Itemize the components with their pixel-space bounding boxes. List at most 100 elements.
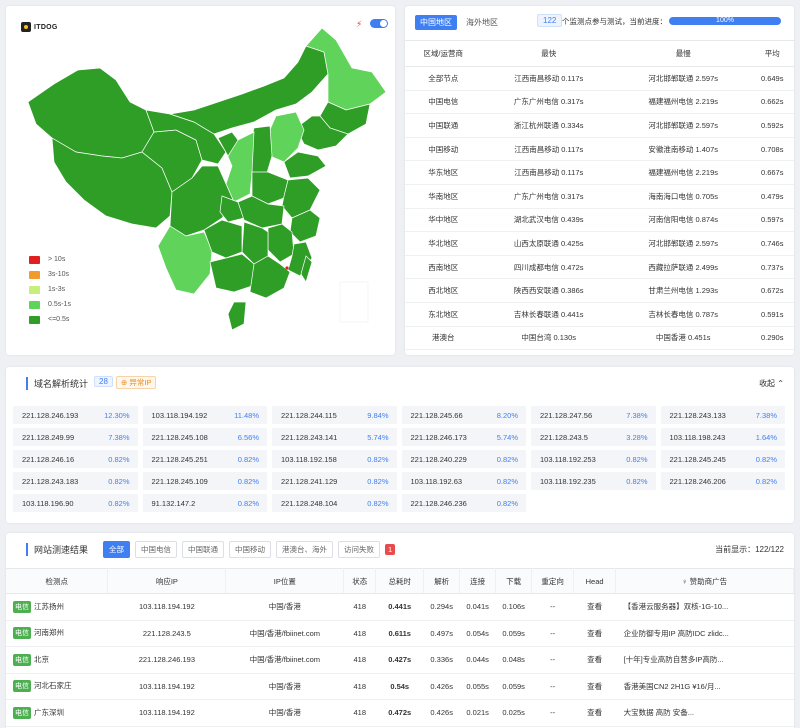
chevron-up-icon: ⌃ — [777, 379, 784, 388]
dns-ip-item[interactable]: 221.128.248.104 0.82% — [272, 494, 397, 512]
stats-cell: 中国电信 — [405, 90, 482, 115]
stats-cell: 华南地区 — [405, 184, 482, 209]
dns-ip-percent: 0.82% — [108, 498, 130, 508]
stats-cell: 0.592s — [750, 113, 794, 138]
stats-cell: 0.591s — [750, 302, 794, 327]
dns-ip: 103.118.192.158 — [281, 454, 337, 464]
dns-ip-item[interactable]: 221.128.246.16 0.82% — [13, 450, 138, 468]
region-xinjiang — [27, 67, 155, 159]
dns-ip-item[interactable]: 221.128.243.141 5.74% — [272, 428, 397, 446]
stats-cell: 0.667s — [750, 160, 794, 185]
dns-ip-percent: 1.64% — [755, 432, 777, 442]
dns-count-badge: 28 — [94, 376, 113, 387]
dns-ip-item[interactable]: 221.128.244.115 9.84% — [272, 406, 397, 424]
tab-china[interactable]: 中国地区 — [415, 15, 457, 30]
filter-all[interactable]: 全部 — [103, 541, 130, 558]
dns-ip-item[interactable]: 103.118.196.90 0.82% — [13, 494, 138, 512]
result-head-cell[interactable]: 查看 — [573, 699, 616, 727]
filter-mobile[interactable]: 中国移动 — [229, 541, 271, 558]
result-conn-cell: 0.044s — [459, 646, 496, 674]
result-ip-cell: 103.118.194.192 — [107, 593, 226, 621]
dns-ip-item[interactable]: 221.128.246.193 12.30% — [13, 406, 138, 424]
result-status-cell: 418 — [343, 620, 376, 647]
dns-ip: 103.118.192.63 — [410, 476, 463, 486]
stats-cell: 吉林长春电信 0.787s — [615, 302, 751, 327]
result-ip-cell: 221.128.243.5 — [107, 620, 226, 647]
dns-ip-item[interactable]: 221.128.246.206 0.82% — [660, 472, 785, 490]
stats-col-header: 最快 — [481, 40, 616, 67]
tab-overseas[interactable]: 海外地区 — [461, 15, 503, 30]
dns-ip-item[interactable]: 103.118.192.253 0.82% — [531, 450, 656, 468]
dns-ip: 103.118.192.235 — [540, 476, 596, 486]
dns-ip-item[interactable]: 91.132.147.2 0.82% — [142, 494, 267, 512]
dns-ip: 103.118.198.243 — [669, 432, 726, 442]
result-row: 电信 北京 221.128.246.193 中国/香港/fbiinet.com 418 0… — [6, 646, 794, 674]
stats-row: 中国电信 广东广州电信 0.317s 福建福州电信 2.219s 0.662s — [405, 90, 794, 115]
dns-ip-item[interactable]: 221.128.246.173 5.74% — [401, 428, 526, 446]
filter-failed[interactable]: 访问失败 — [338, 541, 380, 558]
dns-ip-item[interactable]: 103.118.198.243 1.64% — [660, 428, 785, 446]
abnormal-ip-label: 异常IP — [129, 378, 152, 387]
result-head-cell[interactable]: 查看 — [573, 673, 616, 700]
dns-ip: 221.128.245.66 — [410, 410, 463, 420]
result-dns-cell: 0.294s — [423, 593, 460, 621]
result-ad-cell: 香港美国CN2 2H1G ¥16/月... — [615, 673, 794, 700]
result-geo-cell: 中国/香港/fbiinet.com — [225, 620, 344, 647]
location-label: 广东深圳 — [34, 707, 64, 717]
stats-row: 华中地区 湖北武汉电信 0.439s 河南信阳电信 0.874s 0.597s — [405, 208, 794, 233]
dns-ip-percent: 0.82% — [237, 476, 259, 486]
test-results-card: 网站测速结果 全部 中国电信 中国联通 中国移动 港澳台、海外 访问失败 1 当… — [6, 533, 794, 728]
stats-cell: 福建福州电信 2.219s — [615, 90, 751, 115]
dns-ip: 221.128.245.251 — [151, 454, 208, 464]
result-head-cell[interactable]: 查看 — [573, 646, 616, 674]
filter-telecom[interactable]: 中国电信 — [135, 541, 177, 558]
dns-ip-item[interactable]: 103.118.192.158 0.82% — [272, 450, 397, 468]
filter-overseas[interactable]: 港澳台、海外 — [276, 541, 333, 558]
dns-ip: 221.128.241.129 — [281, 476, 338, 486]
stats-cell: 华东地区 — [405, 160, 482, 185]
filter-unicom[interactable]: 中国联通 — [182, 541, 224, 558]
dns-ip-item[interactable]: 103.118.194.192 11.48% — [142, 406, 267, 424]
result-col-header: IP位置 — [225, 568, 345, 594]
result-total-cell: 0.611s — [375, 620, 424, 647]
dns-ip-percent: 7.38% — [755, 410, 777, 420]
dns-ip-item[interactable]: 221.128.243.133 7.38% — [660, 406, 785, 424]
dns-ip-item[interactable]: 221.128.245.66 8.20% — [401, 406, 526, 424]
result-head-cell[interactable]: 查看 — [573, 620, 616, 647]
region-hainan — [227, 301, 247, 331]
isp-badge: 电信 — [13, 653, 31, 666]
dns-ip-item[interactable]: 221.128.245.109 0.82% — [142, 472, 267, 490]
result-loc-cell: 电信 北京 — [6, 646, 108, 674]
dns-ip-item[interactable]: 221.128.247.56 7.38% — [531, 406, 656, 424]
result-dns-cell: 0.497s — [423, 620, 460, 647]
stats-row: 中国联通 浙江杭州联通 0.334s 河北邯郸联通 2.597s 0.592s — [405, 113, 794, 138]
dns-ip-item[interactable]: 221.128.245.108 6.56% — [142, 428, 267, 446]
region-inner-mongolia — [169, 45, 329, 135]
collapse-button[interactable]: 收起 ⌃ — [759, 378, 784, 389]
abnormal-ip-button[interactable]: ⊕ 异常IP — [116, 376, 157, 389]
dns-ip-item[interactable]: 221.128.245.245 0.82% — [660, 450, 785, 468]
dns-ip-item[interactable]: 221.128.243.5 3.28% — [531, 428, 656, 446]
stats-cell: 安徽淮南移动 1.407s — [615, 137, 751, 162]
result-ad-cell: [十年]专业高防自营多IP高防... — [615, 646, 794, 674]
dns-ip-percent: 0.82% — [626, 454, 648, 464]
dns-ip-item[interactable]: 103.118.192.63 0.82% — [401, 472, 526, 490]
dns-ip-item[interactable]: 221.128.241.129 0.82% — [272, 472, 397, 490]
result-redir-cell: -- — [531, 673, 574, 700]
dns-ip-item[interactable]: 221.128.249.99 7.38% — [13, 428, 138, 446]
dns-ip-percent: 9.84% — [367, 410, 389, 420]
result-geo-cell: 中国/香港/fbiinet.com — [225, 646, 344, 674]
dns-ip-item[interactable]: 221.128.245.251 0.82% — [142, 450, 267, 468]
dns-ip-item[interactable]: 221.128.246.236 0.82% — [401, 494, 526, 512]
result-total-cell: 0.427s — [375, 646, 424, 674]
result-head-cell[interactable]: 查看 — [573, 593, 616, 621]
dns-ip-item[interactable]: 221.128.243.183 0.82% — [13, 472, 138, 490]
stats-cell: 江西南昌移动 0.117s — [481, 137, 616, 162]
dns-ip-item[interactable]: 103.118.192.235 0.82% — [531, 472, 656, 490]
location-label: 江苏扬州 — [34, 601, 64, 611]
stats-row: 西南地区 四川成都电信 0.472s 西藏拉萨联通 2.499s 0.737s — [405, 255, 794, 280]
dns-ip-item[interactable]: 221.128.240.229 0.82% — [401, 450, 526, 468]
stats-cell: 江西南昌移动 0.117s — [481, 160, 616, 185]
dns-ip: 221.128.243.183 — [22, 476, 79, 486]
result-status-cell: 418 — [343, 699, 376, 727]
